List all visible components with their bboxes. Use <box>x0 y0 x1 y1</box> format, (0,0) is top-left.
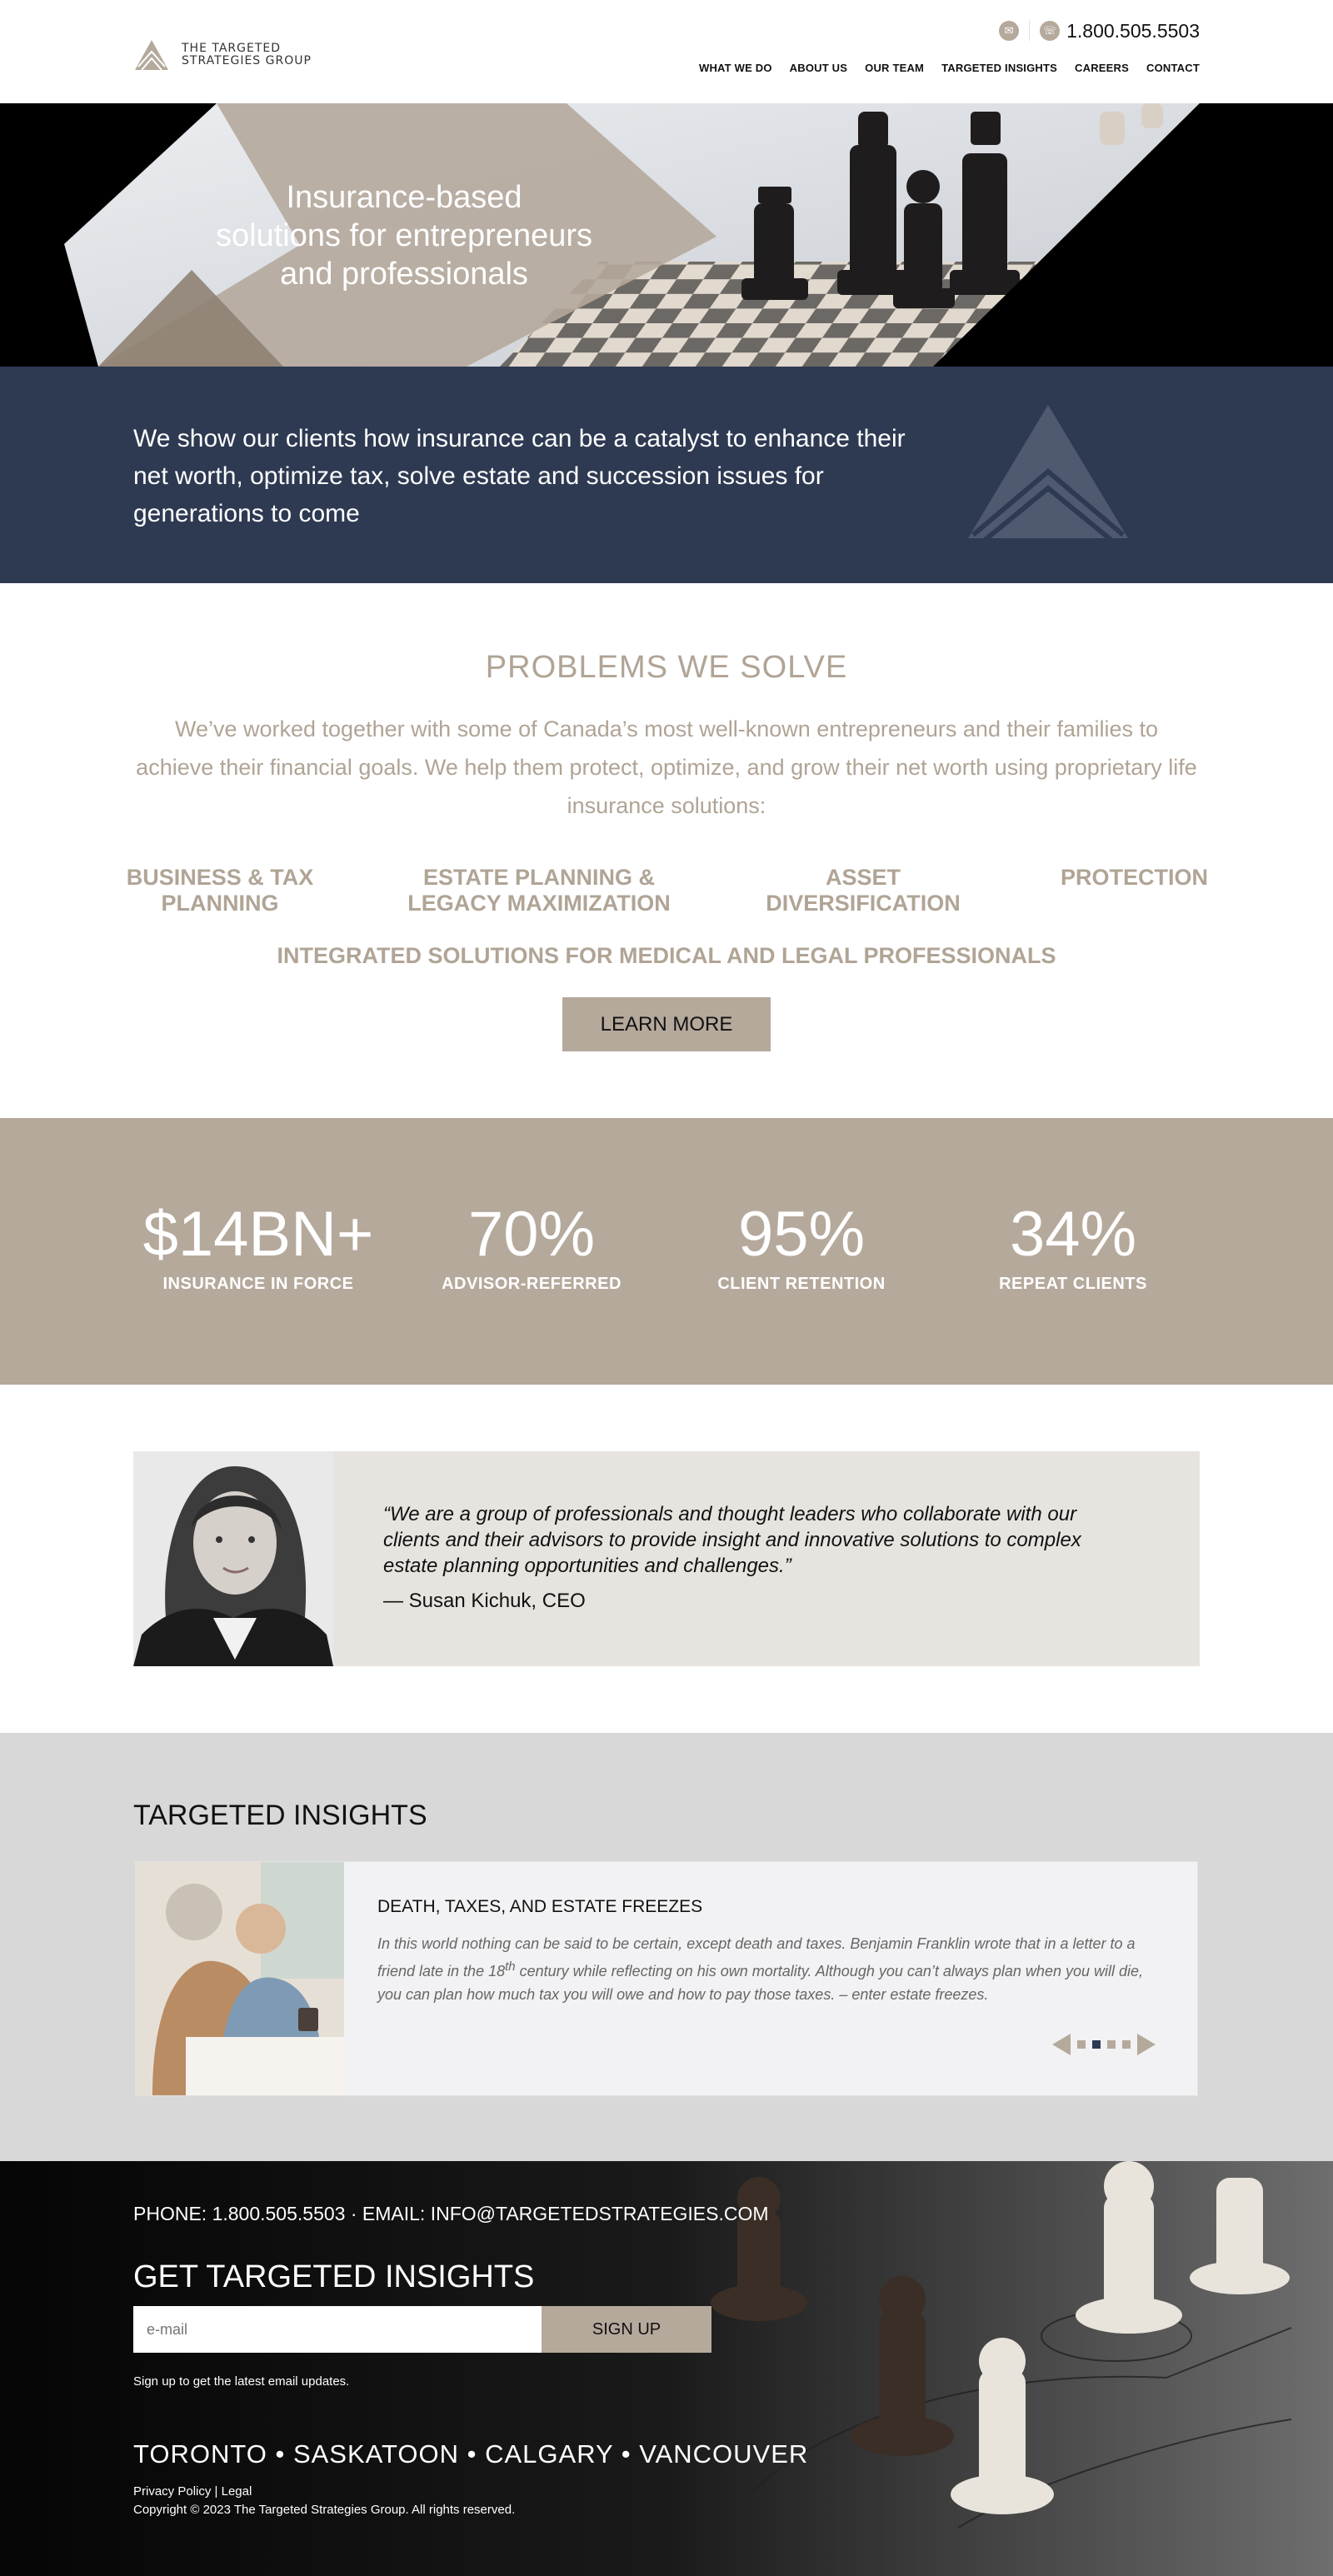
stat-repeat-clients: 34% REPEAT CLIENTS <box>948 1201 1198 1294</box>
insight-excerpt-sup: th <box>505 1959 516 1974</box>
pager-dot-active[interactable] <box>1092 2040 1101 2049</box>
footer-newsletter-title: GET TARGETED INSIGHTS <box>133 2259 535 2294</box>
ceo-quote: “We are a group of professionals and tho… <box>133 1451 1200 1666</box>
carousel-pager <box>1052 2034 1156 2055</box>
service-asset-line2: DIVERSIFICATION <box>766 891 961 916</box>
logo[interactable]: THE TARGETED STRATEGIES GROUP <box>133 38 312 72</box>
privacy-policy-link[interactable]: Privacy Policy <box>133 2484 211 2499</box>
service-asset-diversification[interactable]: ASSET DIVERSIFICATION <box>750 865 976 916</box>
legal-link[interactable]: Legal <box>222 2484 252 2499</box>
service-business-tax-line1: BUSINESS & TAX <box>126 865 314 890</box>
utility-bar: ✉ ☏ 1.800.505.5503 <box>999 18 1200 43</box>
problems-intro: We’ve worked together with some of Canad… <box>136 716 1197 818</box>
mission-statement: We show our clients how insurance can be… <box>133 425 906 527</box>
service-estate-planning[interactable]: ESTATE PLANNING & LEGACY MAXIMIZATION <box>392 865 686 916</box>
pager-dot[interactable] <box>1107 2040 1116 2049</box>
service-estate-planning-line1: ESTATE PLANNING & <box>422 865 655 890</box>
nav-our-team[interactable]: OUR TEAM <box>865 62 924 74</box>
insight-excerpt: In this world nothing can be said to be … <box>377 1932 1169 2006</box>
insight-title[interactable]: DEATH, TAXES, AND ESTATE FREEZES <box>377 1897 702 1917</box>
footer-contact[interactable]: PHONE: 1.800.505.5503 · EMAIL: INFO@TARG… <box>133 2203 769 2225</box>
stats-band: $14BN+ INSURANCE IN FORCE 70% ADVISOR-RE… <box>0 1118 1333 1385</box>
problems-title: PROBLEMS WE SOLVE <box>485 650 848 685</box>
office-cities: TORONTO • SASKATOON • CALGARY • VANCOUVE… <box>133 2439 809 2469</box>
hero-line1: Insurance-based <box>286 180 522 215</box>
stat-value: 34% <box>1009 1199 1137 1270</box>
utility-divider <box>1029 21 1031 41</box>
stat-label: REPEAT CLIENTS <box>999 1275 1147 1293</box>
insights-title: TARGETED INSIGHTS <box>133 1800 427 1831</box>
service-protection[interactable]: PROTECTION <box>1041 865 1208 891</box>
insights-section: TARGETED INSIGHTS DEATH, TAXES, AND ESTA… <box>0 1733 1333 2161</box>
prev-arrow-icon[interactable] <box>1052 2034 1071 2055</box>
triangle-logo-icon <box>968 405 1128 544</box>
stat-value: $14BN+ <box>142 1199 374 1270</box>
email-icon[interactable]: ✉ <box>999 21 1020 41</box>
service-asset-line1: ASSET <box>825 865 901 890</box>
newsletter-note: Sign up to get the latest email updates. <box>133 2374 350 2389</box>
footer-links: Privacy Policy | Legal <box>133 2484 252 2499</box>
stat-client-retention: 95% CLIENT RETENTION <box>676 1201 926 1294</box>
insight-image <box>136 1862 344 2095</box>
stat-label: ADVISOR-REFERRED <box>442 1275 622 1293</box>
nav-contact[interactable]: CONTACT <box>1146 62 1200 74</box>
nav-targeted-insights[interactable]: TARGETED INSIGHTS <box>941 62 1057 74</box>
stat-label: INSURANCE IN FORCE <box>162 1275 354 1293</box>
hero-line2: solutions for entrepreneurs <box>215 218 593 253</box>
header-phone[interactable]: 1.800.505.5503 <box>1066 20 1200 42</box>
mission-band: We show our clients how insurance can be… <box>0 367 1333 583</box>
newsletter-email-input[interactable] <box>133 2306 542 2353</box>
nav-careers[interactable]: CAREERS <box>1075 62 1129 74</box>
service-estate-planning-line2: LEGACY MAXIMIZATION <box>407 891 671 916</box>
hero-banner: Insurance-based solutions for entreprene… <box>0 103 1333 367</box>
learn-more-button[interactable]: LEARN MORE <box>562 997 771 1051</box>
footer-link-separator: | <box>214 2484 218 2499</box>
copyright: Copyright © 2023 The Targeted Strategies… <box>133 2503 516 2517</box>
stat-advisor-referred: 70% ADVISOR-REFERRED <box>407 1201 657 1294</box>
next-arrow-icon[interactable] <box>1137 2034 1156 2055</box>
pager-dot[interactable] <box>1077 2040 1086 2049</box>
logo-line2: STRATEGIES GROUP <box>182 54 312 67</box>
page: THE TARGETED STRATEGIES GROUP ✉ ☏ 1.800.… <box>0 0 1333 2576</box>
signup-button[interactable]: SIGN UP <box>542 2306 711 2353</box>
service-protection-line1: PROTECTION <box>1060 865 1208 890</box>
stat-label: CLIENT RETENTION <box>717 1275 886 1293</box>
logo-text: THE TARGETED STRATEGIES GROUP <box>182 42 312 67</box>
service-business-tax[interactable]: BUSINESS & TAX PLANNING <box>125 865 315 916</box>
stat-value: 70% <box>467 1199 596 1270</box>
pager-dot[interactable] <box>1122 2040 1131 2049</box>
quote-author: — Susan Kichuk, CEO <box>383 1590 586 1612</box>
stat-value: 95% <box>737 1199 866 1270</box>
service-business-tax-line2: PLANNING <box>161 891 279 916</box>
nav-what-we-do[interactable]: WHAT WE DO <box>699 62 772 74</box>
stat-insurance-in-force: $14BN+ INSURANCE IN FORCE <box>133 1201 383 1294</box>
phone-icon: ☏ <box>1040 21 1061 41</box>
main-nav: WHAT WE DO ABOUT US OUR TEAM TARGETED IN… <box>699 62 1200 74</box>
logo-line1: THE TARGETED <box>182 42 282 55</box>
hero-headline: Insurance-based solutions for entreprene… <box>167 178 642 293</box>
logo-triangle-icon <box>135 40 168 71</box>
nav-about-us[interactable]: ABOUT US <box>790 62 848 74</box>
hero-line3: and professionals <box>280 257 528 292</box>
insight-card[interactable]: DEATH, TAXES, AND ESTATE FREEZES In this… <box>135 1861 1198 2096</box>
ceo-portrait <box>133 1451 333 1666</box>
site-footer: PHONE: 1.800.505.5503 · EMAIL: INFO@TARG… <box>0 2161 1333 2576</box>
quote-text: “We are a group of professionals and tho… <box>383 1503 1081 1577</box>
service-integrated-solutions[interactable]: INTEGRATED SOLUTIONS FOR MEDICAL AND LEG… <box>133 943 1200 969</box>
site-header: THE TARGETED STRATEGIES GROUP ✉ ☏ 1.800.… <box>0 0 1333 103</box>
